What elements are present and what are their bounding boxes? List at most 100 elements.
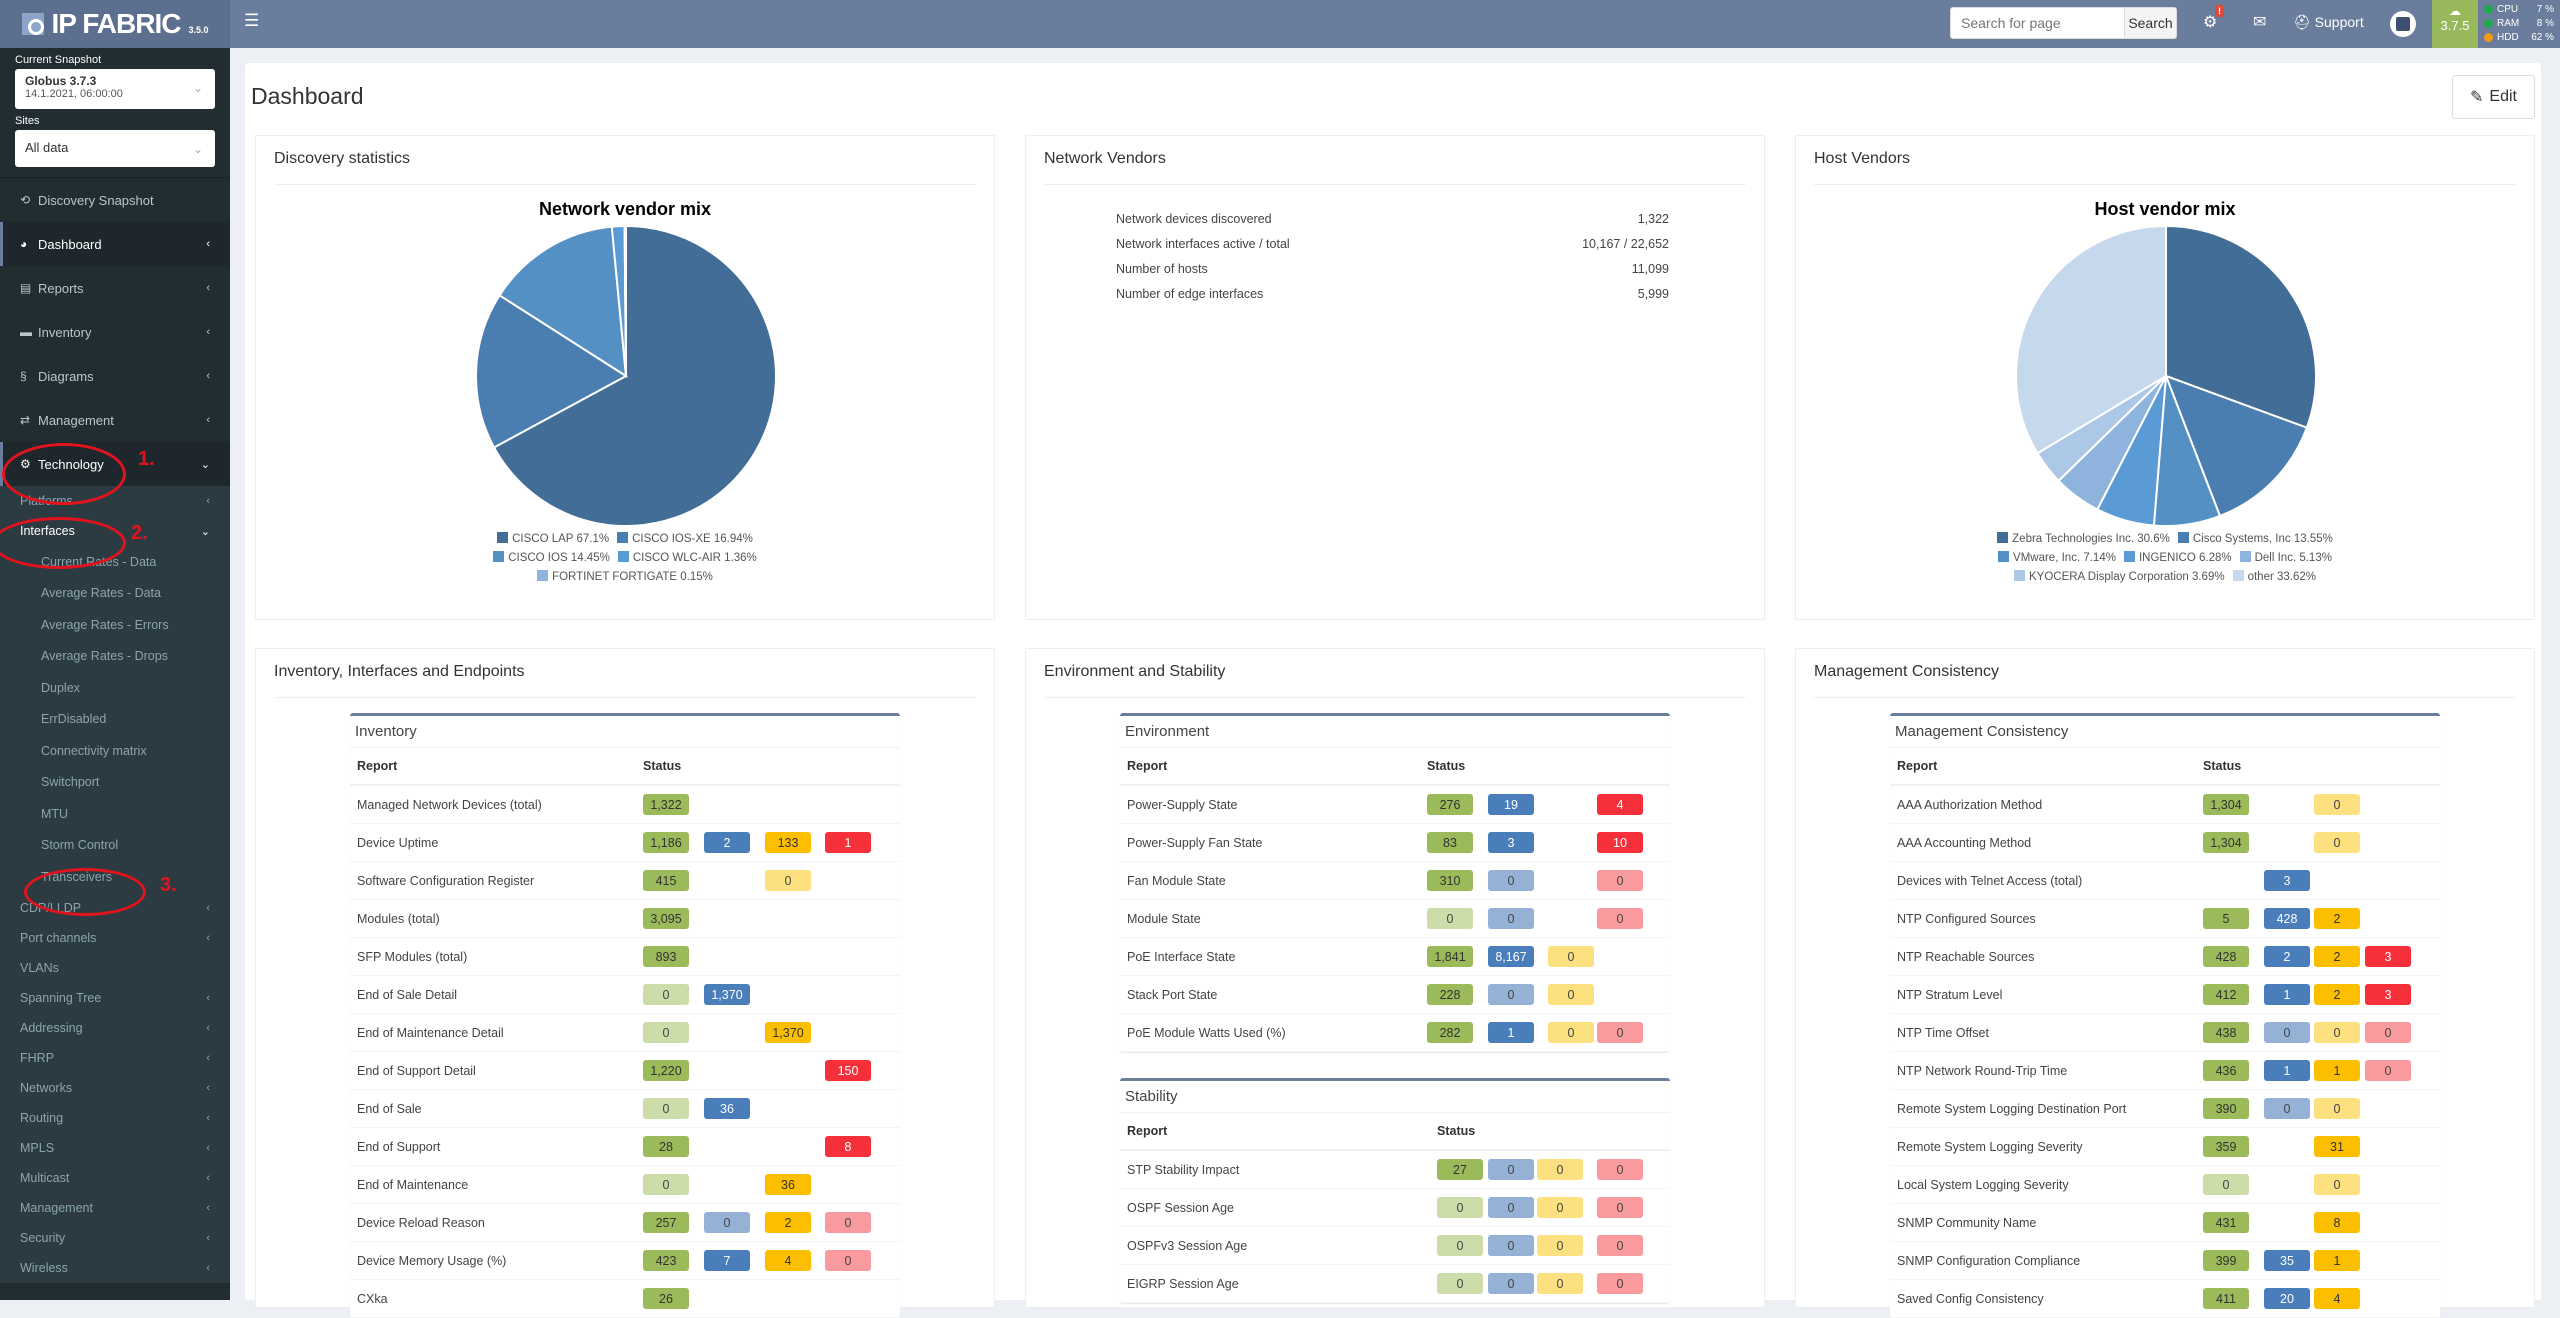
- status-badge[interactable]: 0: [1537, 1197, 1583, 1218]
- messages-button[interactable]: ✉: [2253, 12, 2266, 32]
- sidebar-subitem-fhrp[interactable]: FHRP ‹: [0, 1043, 230, 1073]
- status-badge[interactable]: 1: [1488, 1022, 1534, 1043]
- status-badge[interactable]: 423: [643, 1250, 689, 1271]
- status-badge[interactable]: 0: [1537, 1159, 1583, 1180]
- status-badge[interactable]: 0: [1488, 1159, 1534, 1180]
- legend-item[interactable]: KYOCERA Display Corporation 3.69%: [2013, 570, 2225, 583]
- status-badge[interactable]: 0: [704, 1212, 750, 1233]
- report-name[interactable]: SFP Modules (total): [350, 950, 467, 964]
- status-badge[interactable]: 0: [825, 1250, 871, 1271]
- status-badge[interactable]: 310: [1427, 870, 1473, 891]
- pie-slice-fortinet-fortigate[interactable]: [623, 224, 627, 377]
- status-badge[interactable]: 28: [643, 1136, 689, 1157]
- status-badge[interactable]: 0: [1597, 1235, 1643, 1256]
- status-badge[interactable]: 0: [2365, 1060, 2411, 1081]
- status-badge[interactable]: 0: [2314, 832, 2360, 853]
- status-badge[interactable]: 1: [2314, 1060, 2360, 1081]
- report-name[interactable]: Remote System Logging Severity: [1890, 1140, 2083, 1154]
- status-badge[interactable]: 399: [2203, 1250, 2249, 1271]
- sidebar-subitem-networks[interactable]: Networks ‹: [0, 1073, 230, 1103]
- report-name[interactable]: CXka: [350, 1292, 388, 1306]
- status-badge[interactable]: 0: [825, 1212, 871, 1233]
- status-badge[interactable]: 411: [2203, 1288, 2249, 1309]
- sidebar-item-inventory[interactable]: ▬ Inventory ‹: [0, 310, 230, 354]
- legend-item[interactable]: other 33.62%: [2232, 570, 2316, 583]
- sidebar-interfaces-item[interactable]: Average Rates - Drops: [0, 641, 230, 673]
- status-badge[interactable]: 0: [2264, 1098, 2310, 1119]
- status-badge[interactable]: 36: [704, 1098, 750, 1119]
- legend-item[interactable]: INGENICO 6.28%: [2123, 551, 2232, 564]
- status-badge[interactable]: 4: [765, 1250, 811, 1271]
- status-badge[interactable]: 0: [2365, 1022, 2411, 1043]
- report-name[interactable]: Device Memory Usage (%): [350, 1254, 506, 1268]
- status-badge[interactable]: 0: [643, 1174, 689, 1195]
- status-badge[interactable]: 0: [1548, 946, 1594, 967]
- report-name[interactable]: AAA Authorization Method: [1890, 798, 2042, 812]
- status-badge[interactable]: 0: [1597, 1022, 1643, 1043]
- report-name[interactable]: Device Reload Reason: [350, 1216, 485, 1230]
- sidebar-interfaces-item[interactable]: Storm Control: [0, 830, 230, 862]
- status-badge[interactable]: 3: [1488, 832, 1534, 853]
- status-badge[interactable]: 431: [2203, 1212, 2249, 1233]
- sidebar-interfaces-item[interactable]: MTU: [0, 798, 230, 830]
- report-name[interactable]: NTP Network Round-Trip Time: [1890, 1064, 2067, 1078]
- status-badge[interactable]: 2: [704, 832, 750, 853]
- sidebar-subitem-routing[interactable]: Routing ‹: [0, 1103, 230, 1133]
- report-name[interactable]: SNMP Configuration Compliance: [1890, 1254, 2080, 1268]
- report-name[interactable]: NTP Configured Sources: [1890, 912, 2036, 926]
- sidebar-subitem-interfaces[interactable]: Interfaces ⌄: [0, 516, 230, 546]
- user-avatar[interactable]: [2390, 11, 2416, 37]
- sidebar-interfaces-item[interactable]: Switchport: [0, 767, 230, 799]
- status-badge[interactable]: 438: [2203, 1022, 2249, 1043]
- report-name[interactable]: Modules (total): [350, 912, 440, 926]
- support-button[interactable]: ⛑ Support: [2293, 14, 2364, 31]
- status-badge[interactable]: 5: [2203, 908, 2249, 929]
- status-badge[interactable]: 359: [2203, 1136, 2249, 1157]
- legend-item[interactable]: CISCO WLC-AIR 1.36%: [617, 551, 757, 564]
- status-badge[interactable]: 19: [1488, 794, 1534, 815]
- report-name[interactable]: Fan Module State: [1120, 874, 1226, 888]
- status-badge[interactable]: 2: [2314, 908, 2360, 929]
- status-badge[interactable]: 0: [2264, 1022, 2310, 1043]
- status-badge[interactable]: 3,095: [643, 908, 689, 929]
- status-badge[interactable]: 0: [643, 984, 689, 1005]
- status-badge[interactable]: 2: [2264, 946, 2310, 967]
- status-badge[interactable]: 8,167: [1488, 946, 1534, 967]
- sidebar-item-discovery-snapshot[interactable]: ⟲ Discovery Snapshot: [0, 178, 230, 222]
- sites-select[interactable]: All data ⌄: [15, 130, 215, 167]
- update-button[interactable]: ☁ 3.7.5: [2432, 0, 2478, 48]
- report-name[interactable]: End of Sale Detail: [350, 988, 457, 1002]
- status-badge[interactable]: 893: [643, 946, 689, 967]
- report-name[interactable]: PoE Module Watts Used (%): [1120, 1026, 1286, 1040]
- search-input[interactable]: [1950, 7, 2125, 39]
- status-badge[interactable]: 8: [825, 1136, 871, 1157]
- report-name[interactable]: Power-Supply Fan State: [1120, 836, 1263, 850]
- status-badge[interactable]: 26: [643, 1288, 689, 1309]
- search-button[interactable]: Search: [2125, 7, 2177, 39]
- status-badge[interactable]: 1,304: [2203, 832, 2249, 853]
- sidebar-interfaces-item[interactable]: Transceivers: [0, 861, 230, 893]
- edit-button[interactable]: ✎ Edit: [2452, 75, 2535, 119]
- status-badge[interactable]: 31: [2314, 1136, 2360, 1157]
- report-name[interactable]: Power-Supply State: [1120, 798, 1237, 812]
- report-name[interactable]: OSPF Session Age: [1120, 1201, 1234, 1215]
- status-badge[interactable]: 0: [1597, 1197, 1643, 1218]
- status-badge[interactable]: 0: [643, 1022, 689, 1043]
- sidebar-subitem-cdp-lldp[interactable]: CDP/LLDP ‹: [0, 893, 230, 923]
- sidebar-interfaces-item[interactable]: Current Rates - Data: [0, 546, 230, 578]
- status-badge[interactable]: 10: [1597, 832, 1643, 853]
- status-badge[interactable]: 1,220: [643, 1060, 689, 1081]
- status-badge[interactable]: 36: [765, 1174, 811, 1195]
- status-badge[interactable]: 390: [2203, 1098, 2249, 1119]
- status-badge[interactable]: 282: [1427, 1022, 1473, 1043]
- report-name[interactable]: NTP Reachable Sources: [1890, 950, 2034, 964]
- status-badge[interactable]: 0: [2314, 1098, 2360, 1119]
- status-badge[interactable]: 0: [643, 1098, 689, 1119]
- status-badge[interactable]: 0: [1488, 1197, 1534, 1218]
- report-name[interactable]: Saved Config Consistency: [1890, 1292, 2044, 1306]
- snapshot-select[interactable]: Globus 3.7.3 14.1.2021, 06:00:00 ⌄: [15, 69, 215, 109]
- status-badge[interactable]: 1,370: [704, 984, 750, 1005]
- sidebar-interfaces-item[interactable]: Average Rates - Data: [0, 578, 230, 610]
- status-badge[interactable]: 8: [2314, 1212, 2360, 1233]
- status-badge[interactable]: 4: [2314, 1288, 2360, 1309]
